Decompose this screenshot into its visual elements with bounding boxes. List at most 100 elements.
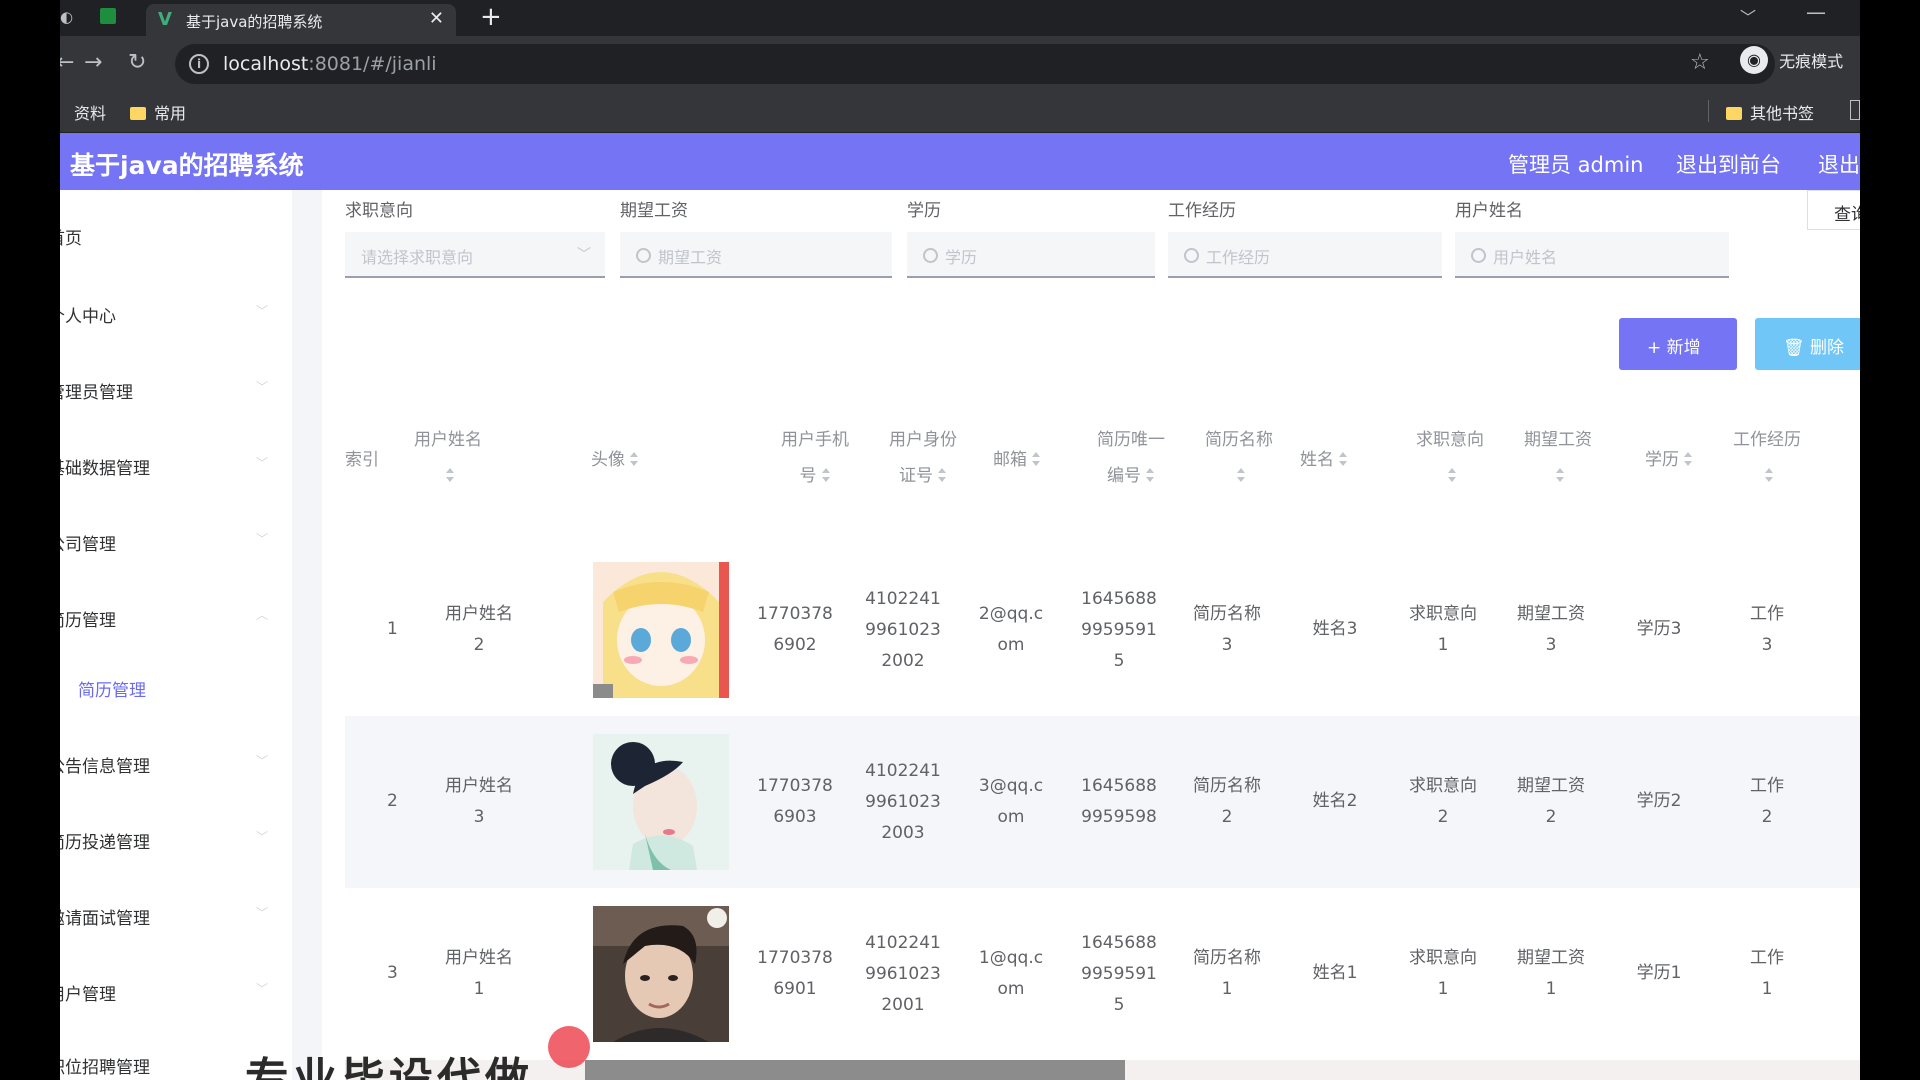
url-text[interactable]: localhost:8081/#/jianli xyxy=(223,53,437,75)
sidebar-subitem-resume[interactable]: 简历管理 xyxy=(60,668,280,708)
sidebar-divider xyxy=(292,190,322,1080)
cell-name: 姓名2 xyxy=(1312,791,1358,811)
chevron-down-icon: ﹀ xyxy=(256,906,269,920)
education-input[interactable]: 学历 xyxy=(907,232,1155,278)
new-tab-icon[interactable]: + xyxy=(480,2,502,32)
sidebar-item-users[interactable]: 用户管理﹀ xyxy=(60,972,280,1012)
sort-icon[interactable] xyxy=(1764,468,1774,484)
table-row[interactable]: 2 用户姓名 3 1770378 6903 4102241 9961023 20… xyxy=(345,716,1860,888)
sort-icon[interactable] xyxy=(1031,452,1041,468)
col-phone[interactable]: 用户手机号 xyxy=(773,422,857,494)
col-user-name[interactable]: 用户姓名 xyxy=(403,422,493,494)
col-avatar[interactable]: 头像 xyxy=(591,442,639,478)
cell-work: 工作 1 xyxy=(1750,948,1784,999)
cell-phone: 1770378 6903 xyxy=(757,776,833,827)
sort-icon[interactable] xyxy=(1555,468,1565,484)
logout-link[interactable]: 退出 xyxy=(1818,149,1860,179)
avatar xyxy=(593,562,729,698)
sidebar-item-base-data[interactable]: 基础数据管理﹀ xyxy=(60,446,280,486)
sidebar-item-company[interactable]: 公司管理﹀ xyxy=(60,522,280,562)
reload-icon[interactable]: ↻ xyxy=(128,50,146,75)
sort-icon[interactable] xyxy=(1236,468,1246,484)
bookmarks-divider xyxy=(1708,100,1709,122)
sort-icon[interactable] xyxy=(1145,468,1155,484)
minimize-icon[interactable]: — xyxy=(1806,0,1826,24)
sort-icon[interactable] xyxy=(445,468,455,484)
bookmark-star-icon[interactable]: ☆ xyxy=(1690,50,1710,75)
cell-name: 姓名1 xyxy=(1312,963,1358,983)
forward-icon[interactable]: → xyxy=(84,50,102,75)
sort-icon[interactable] xyxy=(629,452,639,468)
plus-icon: + xyxy=(1647,338,1667,358)
sidebar-item-interviews[interactable]: 邀请面试管理﹀ xyxy=(60,896,280,936)
col-id-card[interactable]: 用户身份 证号 xyxy=(881,422,965,494)
sidebar-item-home[interactable]: 首页 xyxy=(60,216,280,256)
site-info-icon[interactable]: i xyxy=(189,54,209,74)
sidebar-item-deliveries[interactable]: 简历投递管理﹀ xyxy=(60,820,280,860)
bookmark-ziliao[interactable]: 资料 xyxy=(74,100,106,124)
col-education[interactable]: 学历 xyxy=(1645,442,1693,478)
search-icon xyxy=(923,248,938,263)
reading-list-icon[interactable] xyxy=(1850,100,1860,120)
sort-icon[interactable] xyxy=(937,468,947,484)
cell-email: 1@qq.c om xyxy=(978,948,1044,999)
bookmark-other[interactable]: 其他书签 xyxy=(1726,100,1814,124)
sidebar-item-profile[interactable]: 个人中心﹀ xyxy=(60,294,280,334)
username-input[interactable]: 用户姓名 xyxy=(1455,232,1729,278)
add-button[interactable]: + 新增 xyxy=(1619,318,1737,370)
filter-label-intent: 求职意向 xyxy=(345,201,413,221)
cell-user-name: 用户姓名 2 xyxy=(445,604,513,655)
cell-resume-name: 简历名称 1 xyxy=(1193,948,1261,999)
cell-user-name: 用户姓名 1 xyxy=(445,948,513,999)
admin-user-label: 管理员 admin xyxy=(1508,153,1644,177)
cursor-highlight xyxy=(548,1026,590,1068)
col-resume-name[interactable]: 简历名称 xyxy=(1197,422,1281,494)
col-salary[interactable]: 期望工资 xyxy=(1516,422,1600,494)
sort-icon[interactable] xyxy=(821,468,831,484)
chevron-down-icon: ﹀ xyxy=(256,532,269,546)
vue-favicon-icon: V xyxy=(158,9,172,30)
tab-strip: ◐ V 基于java的招聘系统 ✕ + ﹀ — xyxy=(60,0,1860,36)
back-icon[interactable]: ← xyxy=(60,50,74,75)
col-work[interactable]: 工作经历 xyxy=(1725,422,1809,494)
cell-name: 姓名3 xyxy=(1312,619,1358,639)
browser-window: ◐ V 基于java的招聘系统 ✕ + ﹀ — ← → ↻ i localhos… xyxy=(60,0,1860,1080)
intent-select[interactable]: 请选择求职意向 ﹀ xyxy=(345,232,605,278)
search-icon xyxy=(1471,248,1486,263)
col-name[interactable]: 姓名 xyxy=(1300,442,1348,478)
chevron-up-icon: ︿ xyxy=(256,608,269,622)
sort-icon[interactable] xyxy=(1683,452,1693,468)
col-intent[interactable]: 求职意向 xyxy=(1408,422,1492,494)
cell-index: 2 xyxy=(387,791,398,811)
incognito-indicator[interactable]: ◉ 无痕模式 xyxy=(1740,46,1843,80)
address-bar[interactable]: i localhost:8081/#/jianli ☆ xyxy=(175,44,1775,84)
sidebar-item-admins[interactable]: 管理员管理﹀ xyxy=(60,370,280,410)
table-row[interactable]: 1 用户姓名 2 1770378 6902 4102241 9961023 20 xyxy=(345,544,1860,716)
close-tab-icon[interactable]: ✕ xyxy=(429,8,444,29)
active-tab[interactable]: V 基于java的招聘系统 ✕ xyxy=(146,4,456,36)
query-button[interactable]: 查询 xyxy=(1807,190,1860,230)
filter-label-username: 用户姓名 xyxy=(1455,201,1523,221)
work-experience-input[interactable]: 工作经历 xyxy=(1168,232,1442,278)
cell-resume-no: 1645688 9959591 5 xyxy=(1081,933,1157,1015)
bookmark-changyong[interactable]: 常用 xyxy=(130,100,186,124)
delete-button[interactable]: 🗑 删除 xyxy=(1755,318,1860,370)
sort-icon[interactable] xyxy=(1338,452,1348,468)
cell-email: 2@qq.c om xyxy=(978,604,1044,655)
tab-search-dropdown-icon[interactable]: ﹀ xyxy=(1740,4,1756,28)
sort-icon[interactable] xyxy=(1447,468,1457,484)
col-email[interactable]: 邮箱 xyxy=(993,442,1041,478)
sidebar-item-resume[interactable]: 简历管理︿ xyxy=(60,598,280,638)
back-to-front-link[interactable]: 退出到前台 xyxy=(1676,149,1781,179)
scrollbar-thumb[interactable] xyxy=(585,1060,1125,1080)
folder-icon xyxy=(130,107,146,120)
tab-search-icon[interactable]: ◐ xyxy=(60,8,73,28)
salary-input[interactable]: 期望工资 xyxy=(620,232,892,278)
sidebar-item-announcements[interactable]: 公告信息管理﹀ xyxy=(60,744,280,784)
chevron-down-icon: ﹀ xyxy=(256,456,269,470)
pinned-tab-sheet-icon[interactable] xyxy=(100,8,116,28)
cell-work: 工作 2 xyxy=(1750,776,1784,827)
table-header: 索引 用户姓名 头像 用户手机号 用户身份 证号 邮箱 简历唯一 编号 简历名称 姓… xyxy=(345,420,1860,500)
chevron-down-icon: ﹀ xyxy=(256,754,269,768)
col-resume-no[interactable]: 简历唯一 编号 xyxy=(1089,422,1173,494)
